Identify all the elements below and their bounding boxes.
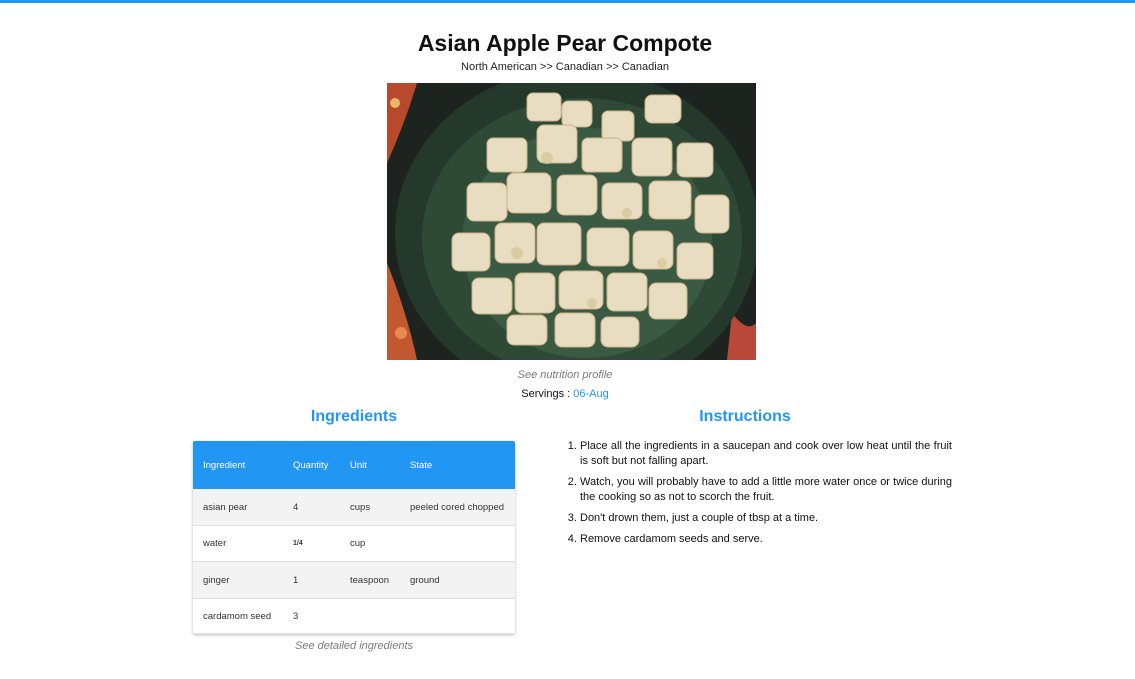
- state-cell: peeled cored chopped: [400, 489, 515, 526]
- breadcrumb: North American >> Canadian >> Canadian: [461, 61, 669, 73]
- table-row: asian pear 4 cups peeled cored chopped: [193, 489, 515, 526]
- recipe-photo: [387, 83, 756, 360]
- ingredients-heading: Ingredients: [310, 408, 398, 425]
- recipe-title: Asian Apple Pear Compote: [417, 30, 713, 56]
- servings-label: Servings :: [521, 388, 571, 400]
- quantity-cell: 3: [283, 598, 340, 634]
- instruction-step: Watch, you will probably have to add a l…: [580, 475, 952, 505]
- unit-cell: [340, 598, 400, 634]
- detailed-ingredients-link[interactable]: See detailed ingredients: [193, 640, 515, 652]
- quantity-cell: 1/4: [283, 525, 340, 562]
- column-header-ingredient: Ingredient: [193, 441, 283, 489]
- unit-cell: cup: [340, 525, 400, 562]
- state-cell: [400, 598, 515, 634]
- ingredient-cell: ginger: [193, 561, 283, 599]
- instruction-step: Place all the ingredients in a saucepan …: [580, 439, 952, 469]
- ingredient-cell: asian pear: [193, 489, 283, 526]
- quantity-cell: 1: [283, 561, 340, 599]
- servings-value: 06-Aug: [573, 388, 609, 400]
- table-row: ginger 1 teaspoon ground: [193, 561, 515, 599]
- ingredient-cell: cardamom seed: [193, 598, 283, 634]
- nutrition-profile-link[interactable]: See nutrition profile: [0, 369, 1130, 381]
- instruction-step: Remove cardamom seeds and serve.: [580, 532, 952, 547]
- table-row: cardamom seed 3: [193, 598, 515, 634]
- unit-cell: teaspoon: [340, 561, 400, 599]
- column-header-unit: Unit: [340, 441, 400, 489]
- ingredients-table: Ingredient Quantity Unit State asian pea…: [193, 441, 515, 634]
- ingredient-cell: water: [193, 525, 283, 562]
- quantity-cell: 4: [283, 489, 340, 526]
- unit-cell: cups: [340, 489, 400, 526]
- state-cell: [400, 525, 515, 562]
- servings-line: Servings : 06-Aug: [0, 388, 1130, 400]
- column-header-quantity: Quantity: [283, 441, 340, 489]
- instruction-step: Don't drown them, just a couple of tbsp …: [580, 511, 952, 526]
- table-row: water 1/4 cup: [193, 525, 515, 562]
- column-header-state: State: [400, 441, 515, 489]
- instructions-heading: Instructions: [699, 408, 791, 425]
- state-cell: ground: [400, 561, 515, 599]
- instructions-list: Place all the ingredients in a saucepan …: [566, 439, 952, 553]
- table-header-row: Ingredient Quantity Unit State: [193, 441, 515, 489]
